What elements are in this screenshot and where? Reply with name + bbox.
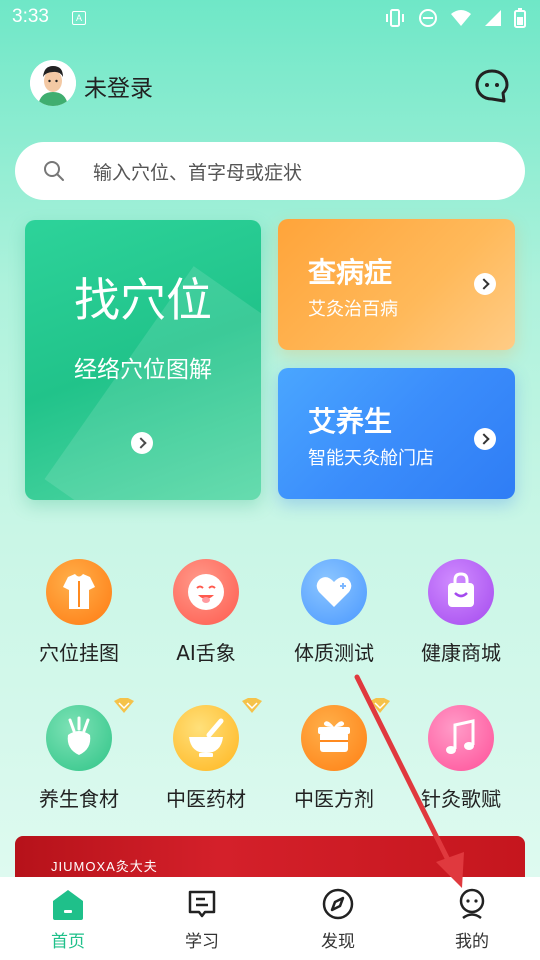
grid-item-acupuncture-songs[interactable]: 针灸歌赋 (396, 705, 526, 812)
find-acupoint-title: 找穴位 (74, 273, 212, 327)
shopping-bag-icon (428, 559, 494, 625)
avatar[interactable] (30, 60, 76, 106)
compass-icon (322, 888, 354, 920)
header: 未登录 (30, 60, 510, 108)
search-placeholder: 输入穴位、首字母或症状 (93, 162, 303, 184)
health-care-title: 艾养生 (308, 405, 393, 438)
face-icon (173, 559, 239, 625)
grid-label: 穴位挂图 (39, 641, 119, 665)
grid-label: 养生食材 (39, 787, 119, 811)
notification-icon: A (72, 11, 86, 25)
find-acupoint-card[interactable]: 找穴位 经络穴位图解 (25, 220, 261, 500)
tab-label: 发现 (321, 932, 355, 952)
grid-item-health-food[interactable]: 养生食材 (14, 705, 144, 812)
login-status[interactable]: 未登录 (84, 69, 153, 103)
tab-learn[interactable]: 学习 (152, 887, 252, 952)
vibrate-icon (386, 9, 404, 27)
vip-crown-icon (242, 698, 262, 713)
message-button[interactable] (474, 68, 510, 104)
tab-label: 我的 (455, 932, 489, 952)
tab-discover[interactable]: 发现 (288, 887, 388, 952)
check-disease-card[interactable]: 查病症 艾灸治百病 (278, 219, 515, 350)
battery-icon (514, 8, 526, 28)
grid-item-constitution-test[interactable]: 体质测试 (269, 559, 399, 666)
grid-label: 针灸歌赋 (421, 787, 501, 811)
gift-box-icon (301, 705, 367, 771)
no-disturb-icon (419, 9, 437, 27)
check-disease-subtitle: 艾灸治百病 (308, 299, 398, 320)
chevron-right-icon (131, 432, 153, 454)
tab-label: 首页 (51, 932, 85, 952)
search-bar[interactable]: 输入穴位、首字母或症状 (15, 142, 525, 200)
music-note-icon (428, 705, 494, 771)
health-care-card[interactable]: 艾养生 智能天灸舱门店 (278, 368, 515, 499)
health-care-subtitle: 智能天灸舱门店 (308, 448, 434, 469)
tab-label: 学习 (185, 932, 219, 952)
status-time: 3:33 (12, 6, 49, 27)
check-disease-title: 查病症 (308, 256, 393, 289)
home-icon (53, 890, 83, 920)
tab-mine[interactable]: 我的 (422, 887, 522, 952)
mortar-icon (173, 705, 239, 771)
wifi-icon (451, 10, 471, 26)
chat-bubble-icon (475, 69, 509, 103)
shirt-icon (46, 559, 112, 625)
grid-item-acupoint-chart[interactable]: 穴位挂图 (14, 559, 144, 666)
avatar-icon (30, 60, 76, 106)
search-icon (44, 161, 64, 181)
heart-icon (301, 559, 367, 625)
grid-item-prescriptions[interactable]: 中医方剂 (269, 705, 399, 812)
status-icons (384, 8, 526, 28)
grid-item-ai-tongue[interactable]: AI舌象 (141, 559, 271, 666)
chevron-right-icon (474, 428, 496, 450)
signal-icon (485, 10, 501, 26)
chevron-right-icon (474, 273, 496, 295)
grid-item-herbal-medicine[interactable]: 中医药材 (141, 705, 271, 812)
radish-icon (46, 705, 112, 771)
grid-label: 体质测试 (294, 641, 374, 665)
bottom-tab-bar: 首页 学习 发现 我的 (0, 877, 540, 960)
grid-label: 健康商城 (421, 641, 501, 665)
vip-crown-icon (114, 698, 134, 713)
vip-crown-icon (370, 698, 390, 713)
status-bar: 3:33 A (0, 0, 540, 36)
grid-item-health-mall[interactable]: 健康商城 (396, 559, 526, 666)
grid-label: AI舌象 (176, 641, 236, 665)
grid-label: 中医药材 (166, 787, 246, 811)
grid-label: 中医方剂 (294, 787, 374, 811)
banner-brand-text: JIUMOXA灸大夫 (51, 859, 158, 874)
tab-home[interactable]: 首页 (18, 887, 118, 952)
find-acupoint-subtitle: 经络穴位图解 (74, 357, 212, 383)
profile-icon (459, 888, 485, 920)
notes-icon (188, 890, 216, 918)
